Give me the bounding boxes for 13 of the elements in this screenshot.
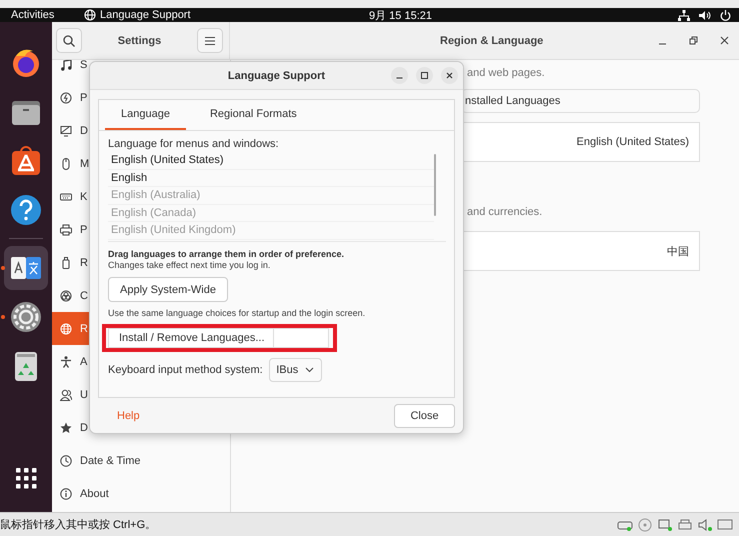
sidebar-title: Settings (118, 34, 162, 46)
status-text: 鼠标指针移入其中或按 Ctrl+G。 (0, 518, 156, 532)
hint-text: Drag languages to arrange them in order of preference. (108, 249, 346, 259)
field-label: Keyboard input method system: (108, 364, 263, 376)
description-text: and currencies. (467, 205, 544, 220)
language-value: English (United States) (576, 136, 689, 148)
list-label: Language for menus and windows: (108, 137, 280, 151)
hint-text: Use the same language choices for startup and the login screen. (108, 308, 366, 318)
formats-value: 中国 (667, 244, 689, 258)
hint-text: Changes take effect next time you log in. (108, 260, 272, 270)
dialog-title: Language Support (228, 70, 326, 82)
description-text: and web pages. (467, 66, 546, 81)
window-title: Region & Language (440, 34, 544, 46)
